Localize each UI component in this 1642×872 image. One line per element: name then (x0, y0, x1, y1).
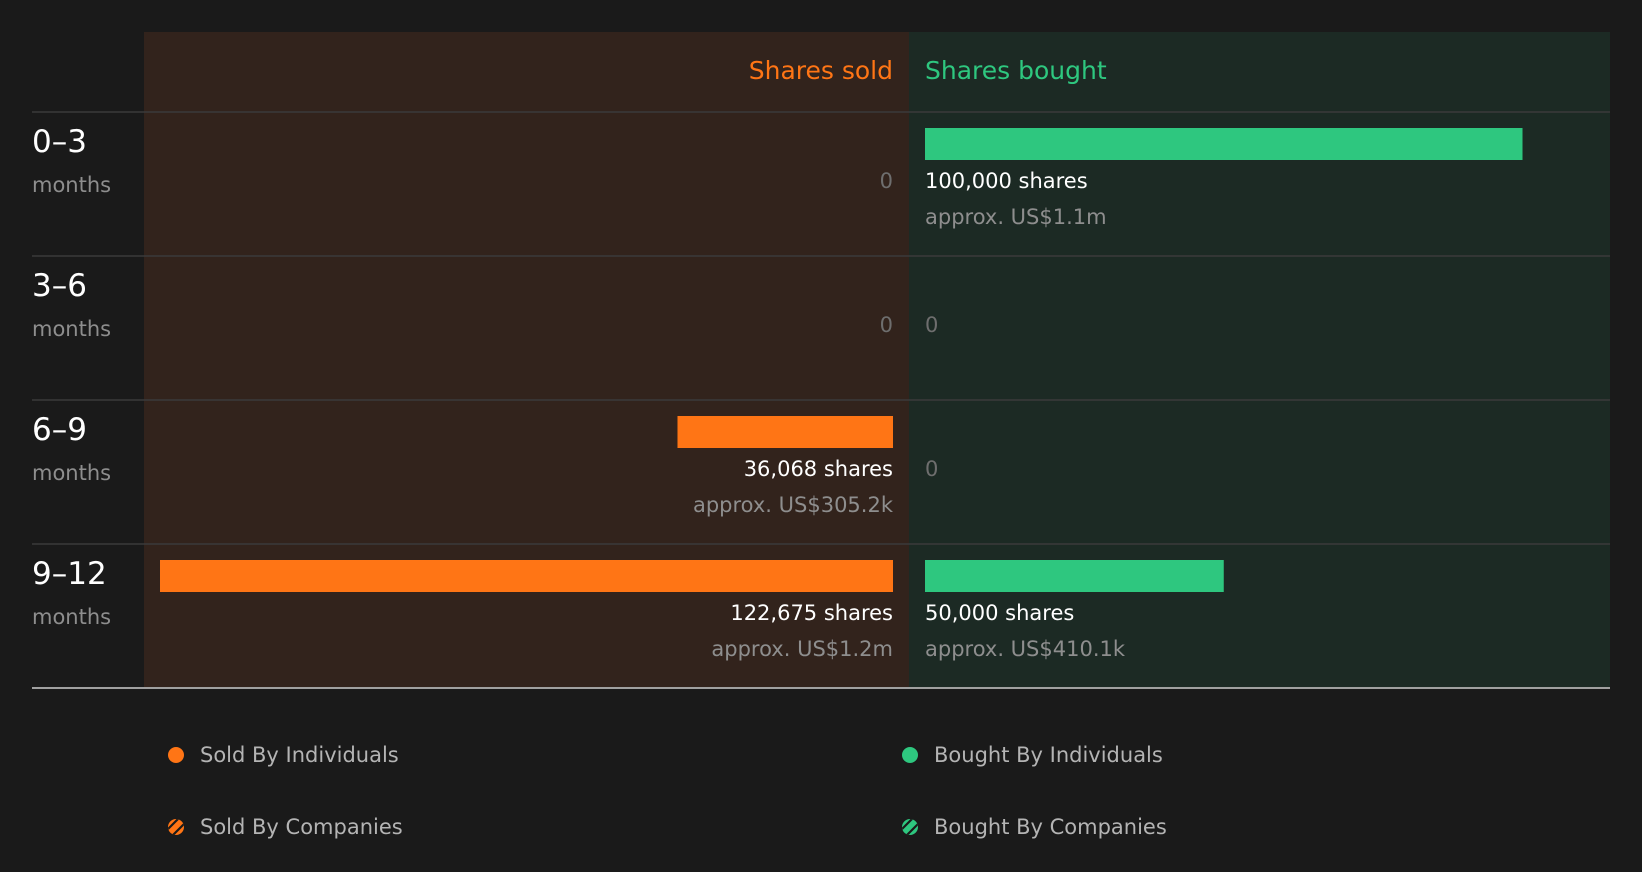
legend-label: Bought By Individuals (934, 743, 1163, 767)
row-unit-label: months (32, 317, 111, 341)
row-unit-label: months (32, 461, 111, 485)
legend-label: Bought By Companies (934, 815, 1167, 839)
bought-zero-label: 0 (925, 313, 938, 337)
bought-shares-label: 50,000 shares (925, 601, 1074, 625)
legend-bought-by-companies: Bought By Companies (902, 815, 1167, 839)
row-range-label: 9–12 (32, 556, 107, 592)
bought-zero-label: 0 (925, 457, 938, 481)
orange-hatched-icon (168, 819, 184, 835)
row-unit-label: months (32, 173, 111, 197)
row-range-label: 0–3 (32, 124, 87, 160)
legend-label: Sold By Companies (200, 815, 403, 839)
bought-bar (925, 128, 1523, 160)
sold-zero-label: 0 (880, 169, 893, 193)
sold-value-label: approx. US$305.2k (693, 493, 894, 517)
legend-sold-by-companies: Sold By Companies (168, 815, 403, 839)
bought-value-label: approx. US$1.1m (925, 205, 1107, 229)
legend-bought-by-individuals: Bought By Individuals (902, 743, 1163, 767)
legend-label: Sold By Individuals (200, 743, 399, 767)
bought-header: Shares bought (925, 56, 1107, 85)
bought-value-label: approx. US$410.1k (925, 637, 1126, 661)
sold-value-label: approx. US$1.2m (711, 637, 893, 661)
sold-zero-label: 0 (880, 313, 893, 337)
insider-trading-chart: Shares sold Shares bought 0–3 months 0 100,… (32, 32, 1610, 689)
legend-sold-by-individuals: Sold By Individuals (168, 743, 399, 767)
sold-header: Shares sold (749, 56, 893, 85)
green-hatched-icon (902, 819, 918, 835)
row-unit-label: months (32, 605, 111, 629)
row-range-label: 6–9 (32, 412, 87, 448)
sold-shares-label: 36,068 shares (744, 457, 893, 481)
orange-dot-icon (168, 747, 184, 763)
green-dot-icon (902, 747, 918, 763)
sold-bar (677, 416, 893, 448)
sold-bar (160, 560, 893, 592)
bought-bar (925, 560, 1224, 592)
bought-shares-label: 100,000 shares (925, 169, 1088, 193)
row-range-label: 3–6 (32, 268, 87, 304)
sold-shares-label: 122,675 shares (730, 601, 893, 625)
